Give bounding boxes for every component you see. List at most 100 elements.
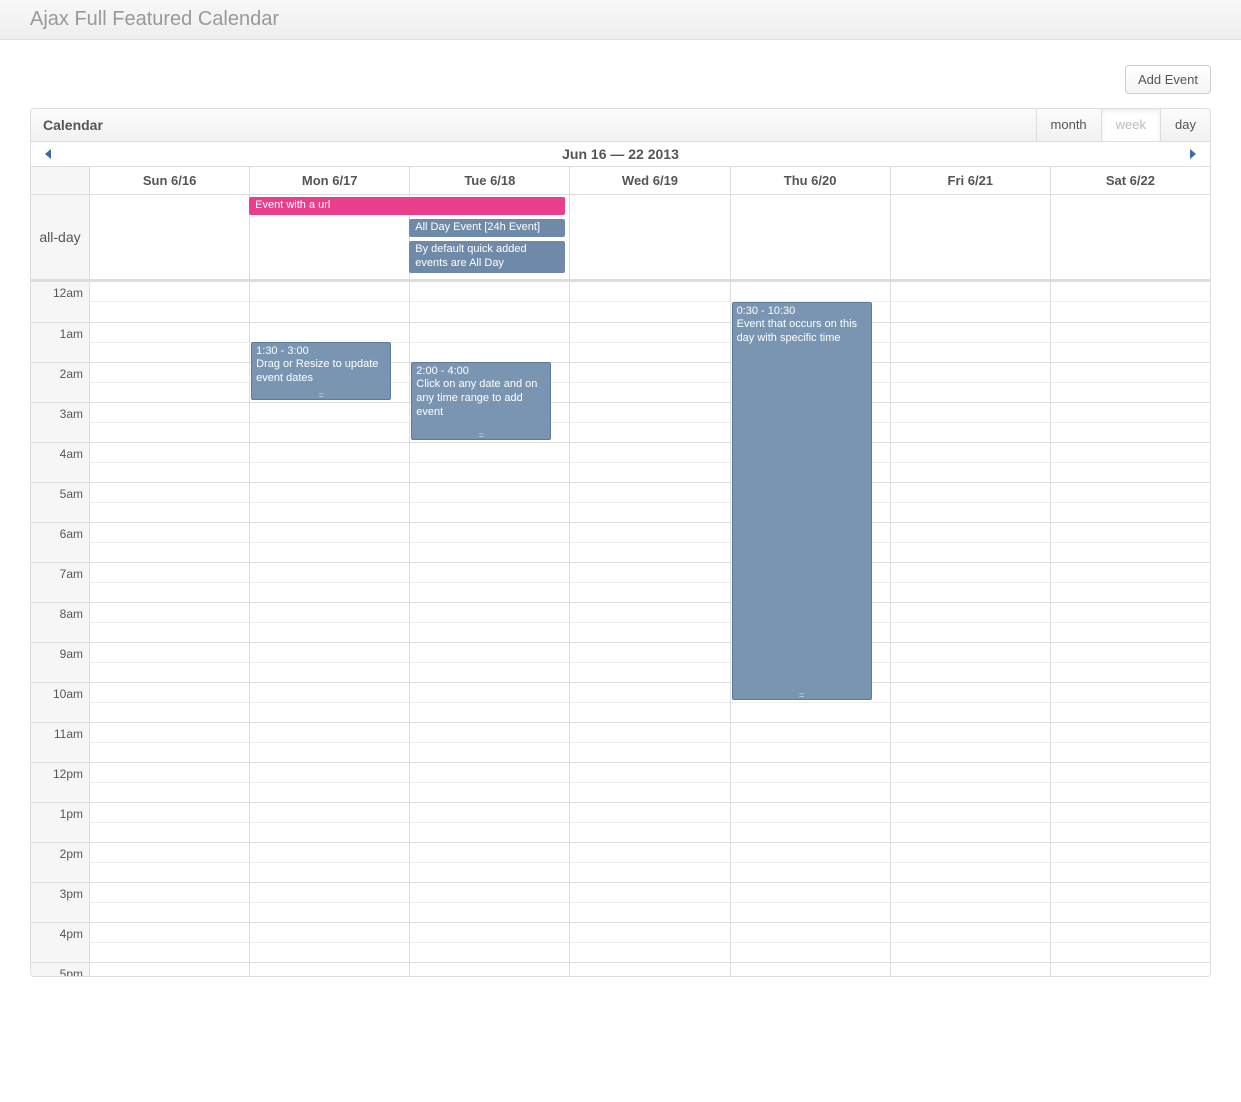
timed-event[interactable]: 0:30 - 10:30Event that occurs on this da… <box>732 302 872 700</box>
time-slot[interactable] <box>89 882 249 922</box>
time-slot[interactable] <box>409 762 569 802</box>
time-slot[interactable] <box>569 802 729 842</box>
time-slot[interactable] <box>890 482 1050 522</box>
time-slot[interactable] <box>1050 562 1210 602</box>
time-slot[interactable] <box>730 762 890 802</box>
time-slot[interactable] <box>1050 762 1210 802</box>
allday-cell[interactable] <box>569 195 729 279</box>
time-slot[interactable] <box>249 882 409 922</box>
day-header-mon[interactable]: Mon 6/17 <box>249 167 409 194</box>
time-slot[interactable] <box>89 682 249 722</box>
allday-cell[interactable] <box>730 195 890 279</box>
allday-grid[interactable]: Event with a url All Day Event [24h Event… <box>89 195 1210 279</box>
time-slot[interactable] <box>890 842 1050 882</box>
day-header-thu[interactable]: Thu 6/20 <box>730 167 890 194</box>
time-slot[interactable] <box>890 562 1050 602</box>
time-slot[interactable] <box>1050 842 1210 882</box>
time-slot[interactable] <box>569 482 729 522</box>
allday-cell[interactable] <box>1050 195 1210 279</box>
time-slot[interactable] <box>569 842 729 882</box>
time-slot[interactable] <box>249 802 409 842</box>
time-slot[interactable] <box>409 922 569 962</box>
time-slot[interactable] <box>89 602 249 642</box>
time-slot[interactable] <box>730 802 890 842</box>
time-slot[interactable] <box>890 802 1050 842</box>
time-slot[interactable] <box>249 722 409 762</box>
time-slot[interactable] <box>1050 402 1210 442</box>
time-slot[interactable] <box>89 562 249 602</box>
day-header-tue[interactable]: Tue 6/18 <box>409 167 569 194</box>
time-slot[interactable] <box>1050 682 1210 722</box>
timed-event[interactable]: 1:30 - 3:00Drag or Resize to update even… <box>251 342 391 400</box>
time-slot[interactable] <box>569 962 729 976</box>
time-slot[interactable] <box>730 722 890 762</box>
time-slot[interactable] <box>89 642 249 682</box>
time-slot[interactable] <box>1050 282 1210 322</box>
time-slot[interactable] <box>730 962 890 976</box>
time-slot[interactable] <box>1050 882 1210 922</box>
time-slot[interactable] <box>569 562 729 602</box>
time-slot[interactable] <box>890 722 1050 762</box>
time-slot[interactable] <box>890 282 1050 322</box>
time-slot[interactable] <box>730 842 890 882</box>
time-slot[interactable] <box>569 682 729 722</box>
time-slot[interactable] <box>569 322 729 362</box>
time-slot[interactable] <box>89 282 249 322</box>
time-slot[interactable] <box>569 402 729 442</box>
time-slot[interactable] <box>730 922 890 962</box>
time-slot[interactable] <box>890 922 1050 962</box>
day-header-sat[interactable]: Sat 6/22 <box>1050 167 1210 194</box>
resize-handle[interactable]: = <box>252 392 390 398</box>
time-slot[interactable] <box>890 402 1050 442</box>
time-slot[interactable] <box>569 722 729 762</box>
time-grid-scroll[interactable]: 12am1am2am3am4am5am6am7am8am9am10am11am1… <box>31 282 1210 976</box>
time-slot[interactable] <box>1050 642 1210 682</box>
time-slot[interactable] <box>249 522 409 562</box>
time-slot[interactable] <box>569 522 729 562</box>
time-slot[interactable] <box>89 442 249 482</box>
time-slot[interactable] <box>569 442 729 482</box>
time-slot[interactable] <box>1050 362 1210 402</box>
time-slot[interactable] <box>1050 722 1210 762</box>
day-header-wed[interactable]: Wed 6/19 <box>569 167 729 194</box>
time-slot[interactable] <box>409 282 569 322</box>
timed-event[interactable]: 2:00 - 4:00Click on any date and on any … <box>411 362 551 440</box>
time-slot[interactable] <box>89 722 249 762</box>
time-slot[interactable] <box>569 282 729 322</box>
day-header-fri[interactable]: Fri 6/21 <box>890 167 1050 194</box>
time-slot[interactable] <box>890 322 1050 362</box>
time-slot[interactable] <box>89 362 249 402</box>
time-slot[interactable] <box>89 482 249 522</box>
time-slot[interactable] <box>249 642 409 682</box>
time-slot[interactable] <box>1050 322 1210 362</box>
allday-cell[interactable] <box>89 195 249 279</box>
allday-event[interactable]: All Day Event [24h Event] <box>409 219 565 237</box>
time-slot[interactable] <box>249 482 409 522</box>
time-slot[interactable] <box>249 402 409 442</box>
time-slot[interactable] <box>89 802 249 842</box>
allday-event[interactable]: Event with a url <box>249 197 565 215</box>
time-slot[interactable] <box>89 922 249 962</box>
time-slot[interactable] <box>409 482 569 522</box>
time-slot[interactable] <box>1050 522 1210 562</box>
time-slot[interactable] <box>1050 962 1210 976</box>
time-slot[interactable] <box>249 562 409 602</box>
allday-event[interactable]: By default quick added events are All Da… <box>409 241 565 273</box>
time-slot[interactable] <box>1050 602 1210 642</box>
time-slot[interactable] <box>249 442 409 482</box>
time-slot[interactable] <box>409 842 569 882</box>
time-slot[interactable] <box>569 602 729 642</box>
prev-week-button[interactable] <box>37 147 61 161</box>
time-slot[interactable] <box>890 642 1050 682</box>
time-slot[interactable] <box>89 962 249 976</box>
time-slot[interactable] <box>1050 442 1210 482</box>
time-slot[interactable] <box>409 442 569 482</box>
next-week-button[interactable] <box>1180 147 1204 161</box>
tab-month[interactable]: month <box>1036 109 1101 141</box>
time-slot[interactable] <box>409 682 569 722</box>
time-slot[interactable] <box>569 882 729 922</box>
time-slot[interactable] <box>409 962 569 976</box>
time-slot[interactable] <box>89 842 249 882</box>
time-slot[interactable] <box>249 762 409 802</box>
time-slot[interactable] <box>249 962 409 976</box>
